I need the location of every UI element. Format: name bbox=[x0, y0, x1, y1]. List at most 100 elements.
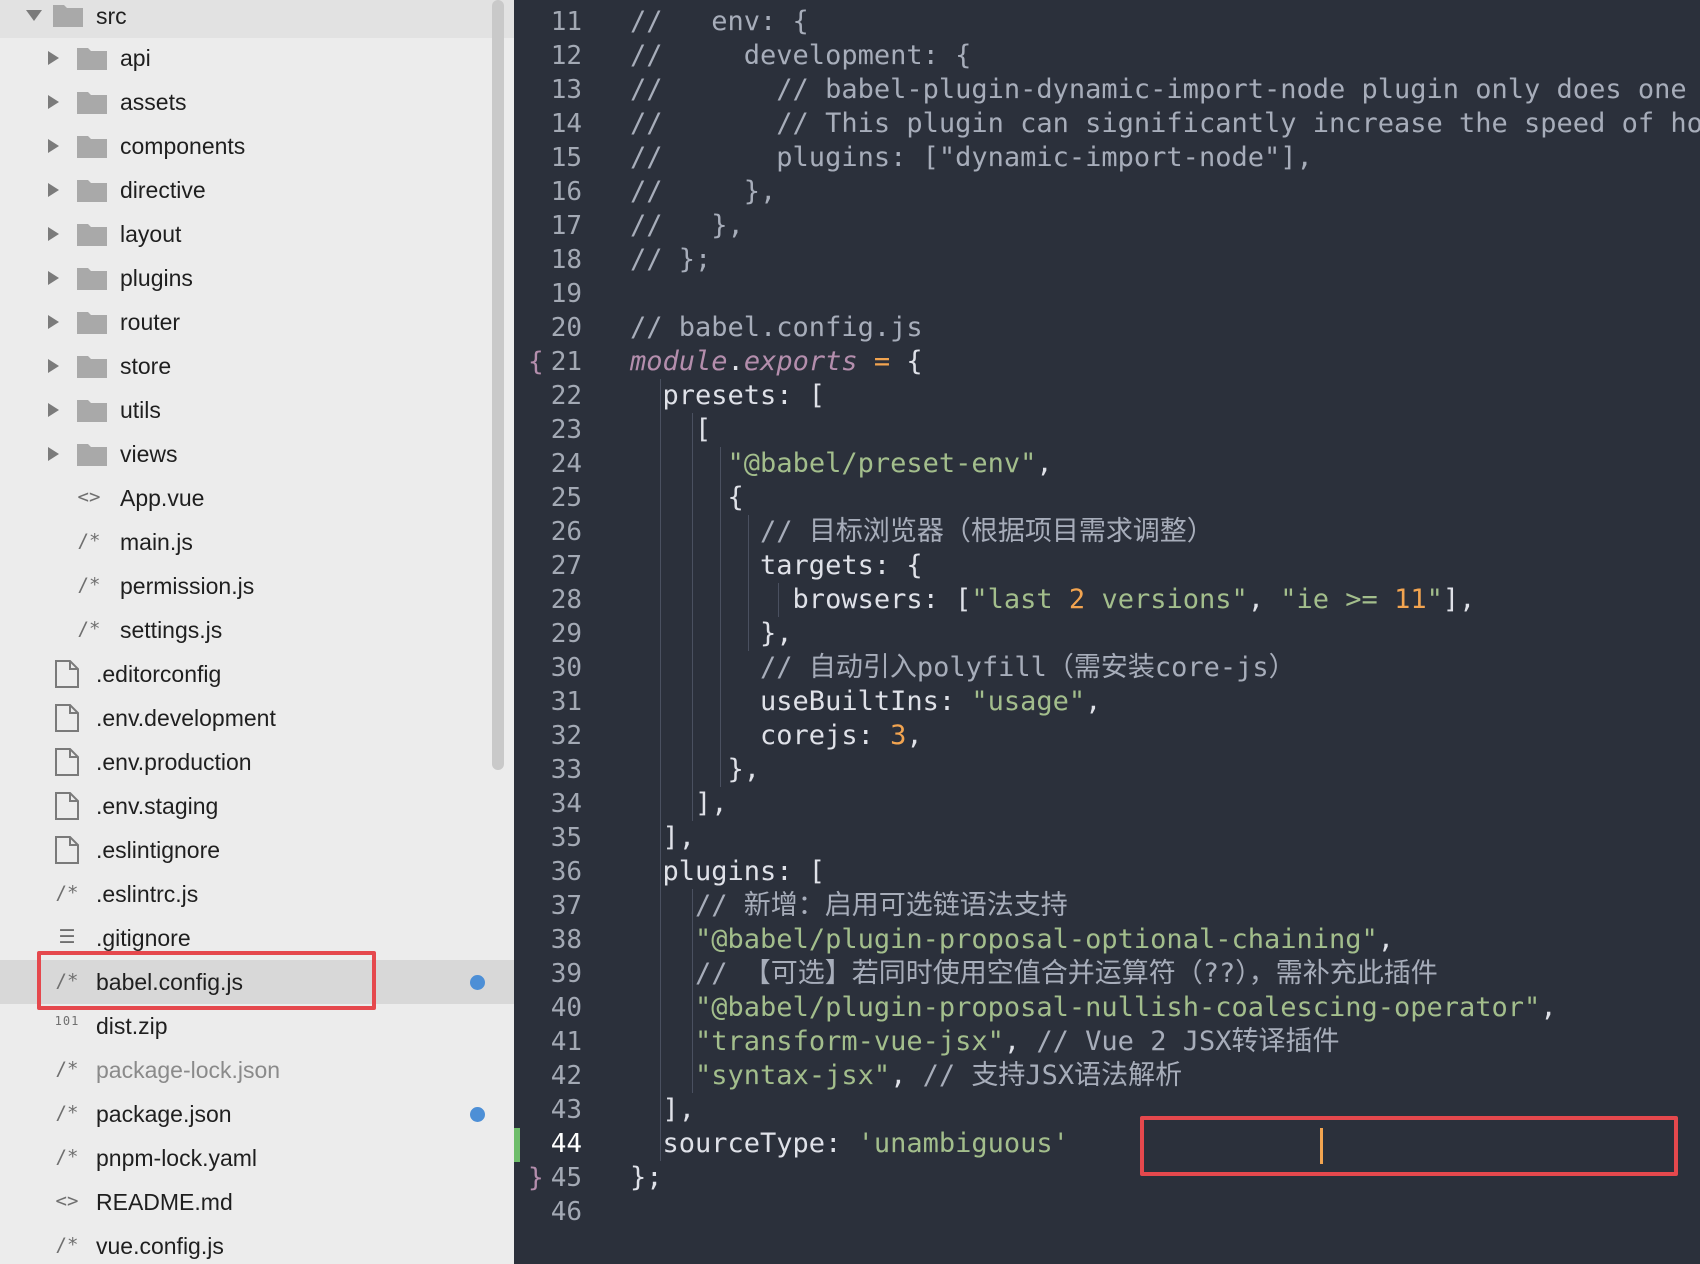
line-number: 21 bbox=[550, 347, 582, 377]
line-number: 15 bbox=[550, 143, 582, 173]
tree-item-assets[interactable]: assets bbox=[0, 80, 514, 124]
tree-item-permission-js[interactable]: /* permission.js bbox=[0, 564, 514, 608]
code-line[interactable]: 22 presets: [ bbox=[514, 379, 1700, 413]
chevron-right-icon[interactable] bbox=[48, 271, 59, 285]
tree-item-app-vue[interactable]: <> App.vue bbox=[0, 476, 514, 520]
code-line[interactable]: 35 ], bbox=[514, 821, 1700, 855]
code-text: }, bbox=[630, 618, 793, 649]
tree-item-label: plugins bbox=[120, 264, 193, 291]
tree-item-main-js[interactable]: /* main.js bbox=[0, 520, 514, 564]
tree-item-label: package.json bbox=[96, 1100, 232, 1127]
chevron-right-icon[interactable] bbox=[48, 315, 59, 329]
code-line[interactable]: {21 module.exports = { bbox=[514, 345, 1700, 379]
tree-item-dist-zip[interactable]: 101 dist.zip bbox=[0, 1004, 514, 1048]
code-line[interactable]: 12 // development: { bbox=[514, 39, 1700, 73]
tree-item-layout[interactable]: layout bbox=[0, 212, 514, 256]
folder-icon bbox=[77, 48, 107, 70]
tree-item-label: directive bbox=[120, 176, 206, 203]
file-sidebar: src api assets components directive layout pl… bbox=[0, 0, 514, 1264]
code-line[interactable]: 20 // babel.config.js bbox=[514, 311, 1700, 345]
tree-item-label: main.js bbox=[120, 528, 193, 555]
code-line[interactable]: 19 bbox=[514, 277, 1700, 311]
chevron-right-icon[interactable] bbox=[48, 359, 59, 373]
line-number: 23 bbox=[550, 415, 582, 445]
code-line[interactable]: 18 // }; bbox=[514, 243, 1700, 277]
line-number: 39 bbox=[550, 959, 582, 989]
code-text: { bbox=[630, 482, 744, 513]
tree-item-label: permission.js bbox=[120, 572, 255, 599]
chevron-right-icon[interactable] bbox=[48, 403, 59, 417]
code-file-icon: /* bbox=[77, 574, 101, 596]
code-editor[interactable]: 11 // env: {12 // development: {13 // // ba… bbox=[514, 0, 1700, 1264]
tree-item-label: store bbox=[120, 352, 172, 379]
tree-item-editorconfig[interactable]: .editorconfig bbox=[0, 652, 514, 696]
line-number: 28 bbox=[550, 585, 582, 615]
chevron-right-icon[interactable] bbox=[48, 139, 59, 153]
folder-icon bbox=[77, 312, 107, 334]
tree-item-api[interactable]: api bbox=[0, 36, 514, 80]
sidebar-scrollbar[interactable] bbox=[492, 0, 504, 770]
tree-item-env-production[interactable]: .env.production bbox=[0, 740, 514, 784]
code-file-icon: /* bbox=[55, 882, 79, 904]
line-number: 42 bbox=[550, 1061, 582, 1091]
line-number: 31 bbox=[550, 687, 582, 717]
line-number: 32 bbox=[550, 721, 582, 751]
tree-item-eslintrc-js[interactable]: /* .eslintrc.js bbox=[0, 872, 514, 916]
tree-item-package-lock-json[interactable]: /* package-lock.json bbox=[0, 1048, 514, 1092]
tree-item-views[interactable]: views bbox=[0, 432, 514, 476]
tree-item-eslintignore[interactable]: .eslintignore bbox=[0, 828, 514, 872]
code-line[interactable]: 13 // // babel-plugin-dynamic-import-node… bbox=[514, 73, 1700, 107]
folder-icon bbox=[77, 444, 107, 466]
tree-item-package-json[interactable]: /* package.json bbox=[0, 1092, 514, 1136]
code-line[interactable]: 16 // }, bbox=[514, 175, 1700, 209]
chevron-right-icon[interactable] bbox=[48, 447, 59, 461]
file-icon bbox=[55, 704, 79, 732]
tree-item-label: .editorconfig bbox=[96, 660, 222, 687]
chevron-down-icon[interactable] bbox=[26, 10, 42, 21]
tree-item-settings-js[interactable]: /* settings.js bbox=[0, 608, 514, 652]
tree-item-utils[interactable]: utils bbox=[0, 388, 514, 432]
annotation-highlight-box bbox=[37, 951, 376, 1010]
tree-item-directive[interactable]: directive bbox=[0, 168, 514, 212]
code-line[interactable]: 14 // // This plugin can significantly in… bbox=[514, 107, 1700, 141]
tree-item-vue-config-js[interactable]: /* vue.config.js bbox=[0, 1224, 514, 1264]
code-line[interactable]: 46 bbox=[514, 1195, 1700, 1229]
tree-item-readme-md[interactable]: <> README.md bbox=[0, 1180, 514, 1224]
code-text: // 【可选】若同时使用空值合并运算符（??），需补充此插件 bbox=[695, 958, 1438, 989]
file-icon bbox=[55, 792, 79, 820]
code-line[interactable]: 11 // env: { bbox=[514, 5, 1700, 39]
chevron-right-icon[interactable] bbox=[48, 227, 59, 241]
code-line[interactable]: 17 // }, bbox=[514, 209, 1700, 243]
line-number: 13 bbox=[550, 75, 582, 105]
tree-item-label: .env.production bbox=[96, 748, 252, 775]
line-number: 19 bbox=[550, 279, 582, 309]
code-file-icon: /* bbox=[55, 1058, 79, 1080]
tree-item-env-staging[interactable]: .env.staging bbox=[0, 784, 514, 828]
tree-item-label: components bbox=[120, 132, 246, 159]
code-line[interactable]: 15 // plugins: ["dynamic-import-node"], bbox=[514, 141, 1700, 175]
code-text: // babel.config.js bbox=[630, 312, 923, 343]
tree-item-env-development[interactable]: .env.development bbox=[0, 696, 514, 740]
binary-file-icon: 101 bbox=[54, 1014, 80, 1028]
folder-open-icon bbox=[53, 5, 83, 27]
code-text: // development: { bbox=[630, 40, 972, 71]
chevron-right-icon[interactable] bbox=[48, 183, 59, 197]
tree-item-pnpm-lock-yaml[interactable]: /* pnpm-lock.yaml bbox=[0, 1136, 514, 1180]
tree-item-label: README.md bbox=[96, 1188, 233, 1215]
chevron-right-icon[interactable] bbox=[48, 51, 59, 65]
line-number: 26 bbox=[550, 517, 582, 547]
line-number: 25 bbox=[550, 483, 582, 513]
tree-folder-src[interactable]: src bbox=[0, 0, 514, 38]
code-text: module.exports = { bbox=[630, 346, 923, 377]
tree-item-components[interactable]: components bbox=[0, 124, 514, 168]
indent-guide bbox=[748, 515, 749, 651]
code-line[interactable]: 36 plugins: [ bbox=[514, 855, 1700, 889]
tree-item-router[interactable]: router bbox=[0, 300, 514, 344]
chevron-right-icon[interactable] bbox=[48, 95, 59, 109]
tree-item-label: utils bbox=[120, 396, 161, 423]
tree-item-label: layout bbox=[120, 220, 182, 247]
tree-item-plugins[interactable]: plugins bbox=[0, 256, 514, 300]
tree-item-label: .env.staging bbox=[96, 792, 219, 819]
line-number: 27 bbox=[550, 551, 582, 581]
tree-item-store[interactable]: store bbox=[0, 344, 514, 388]
